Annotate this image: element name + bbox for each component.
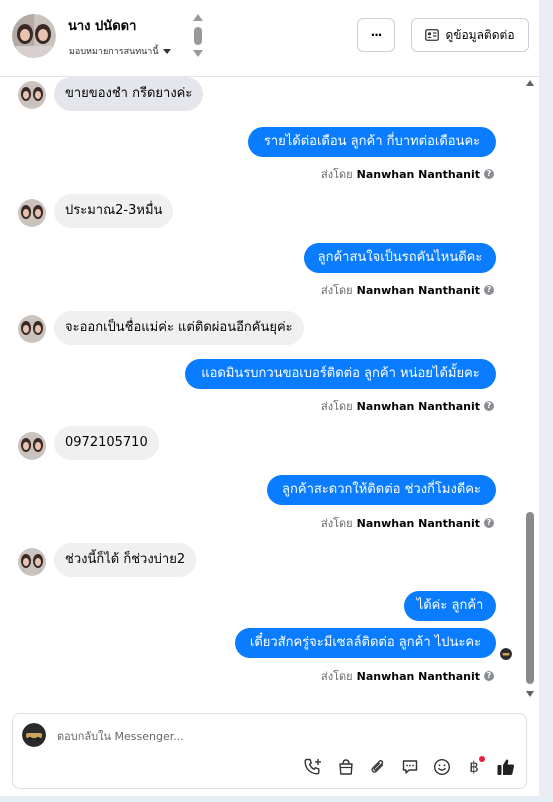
more-options-button[interactable]: ··· — [357, 18, 395, 52]
incoming-message[interactable]: 0972105710 — [54, 426, 159, 460]
sent-by-label: ส่งโดย Nanwhan Nanthanit ? — [321, 397, 494, 415]
attach-button[interactable] — [367, 756, 389, 778]
sent-by-label: ส่งโดย Nanwhan Nanthanit ? — [321, 165, 494, 183]
sent-by-prefix: ส่งโดย — [321, 168, 353, 181]
emoji-button[interactable] — [431, 756, 453, 778]
baht-icon: ฿ — [469, 758, 479, 776]
window-edge — [539, 0, 553, 802]
sender-name: Nanwhan Nanthanit — [356, 399, 480, 413]
sender-name: Nanwhan Nanthanit — [356, 283, 480, 297]
assign-label: มอบหมายการสนทนานี้ — [69, 47, 159, 57]
reply-composer: ฿ — [12, 713, 527, 789]
smile-icon — [433, 758, 451, 776]
caret-down-icon — [162, 48, 171, 54]
question-icon[interactable]: ? — [484, 671, 494, 681]
outgoing-message[interactable]: รายได้ต่อเดือน ลูกค้า กี่บาทต่อเดือนคะ — [248, 127, 496, 157]
incoming-message[interactable]: ประมาณ2-3หมื่น — [54, 194, 174, 228]
view-contact-info-button[interactable]: ดูข้อมูลติดต่อ — [411, 18, 529, 52]
like-button[interactable] — [495, 756, 517, 778]
question-icon[interactable]: ? — [484, 518, 494, 528]
outgoing-message[interactable]: ได้ค่ะ ลูกค้า — [404, 591, 496, 621]
message-list[interactable]: ขายของชำ กรีดยางค่ะ รายได้ต่อเดือน ลูกค้… — [0, 77, 524, 705]
scroll-down-arrow-icon[interactable] — [526, 691, 534, 697]
outgoing-message[interactable]: ลูกค้าสนใจเป็นรถคันไหนดีคะ — [304, 243, 496, 273]
sent-by-label: ส่งโดย Nanwhan Nanthanit ? — [321, 667, 494, 685]
incoming-message[interactable]: จะออกเป็นชื่อแม่ค่ะ แต่ติดผ่อนอีกคันยุค่… — [54, 311, 304, 345]
outgoing-message[interactable]: เดี๋ยวสักครู่จะมีเซลล์ติดต่อ ลูกค้า ไปนะ… — [235, 628, 496, 658]
sender-name: Nanwhan Nanthanit — [356, 516, 480, 530]
phone-plus-icon — [304, 758, 321, 775]
contact-avatar-small — [18, 81, 46, 109]
scroll-up-arrow-icon[interactable] — [526, 80, 534, 86]
question-icon[interactable]: ? — [484, 401, 494, 411]
sender-name: Nanwhan Nanthanit — [356, 167, 480, 181]
sent-by-prefix: ส่งโดย — [321, 284, 353, 297]
add-call-button[interactable] — [302, 756, 324, 778]
shop-button[interactable] — [335, 756, 357, 778]
header-scroll-arrows-icon[interactable] — [191, 13, 205, 59]
reply-input[interactable] — [57, 726, 497, 746]
outgoing-message[interactable]: แอดมินรบกวนขอเบอร์ติดต่อ ลูกค้า หน่อยได้… — [185, 359, 496, 389]
contact-avatar-small — [18, 315, 46, 343]
page-avatar — [22, 723, 46, 747]
question-icon[interactable]: ? — [484, 285, 494, 295]
contact-avatar-small — [18, 548, 46, 576]
contact-avatar-small — [18, 199, 46, 227]
scrollbar-thumb[interactable] — [526, 512, 534, 684]
notification-dot — [479, 756, 485, 762]
sent-by-prefix: ส่งโดย — [321, 400, 353, 413]
contact-card-icon — [425, 29, 440, 41]
assign-conversation-dropdown[interactable]: มอบหมายการสนทนานี้ — [69, 44, 171, 58]
paperclip-icon — [371, 759, 384, 773]
contact-name: นาง ปนัดดา — [68, 19, 137, 34]
shopping-bag-icon — [339, 759, 353, 775]
saved-replies-button[interactable] — [399, 756, 421, 778]
thumbs-up-icon — [497, 759, 514, 775]
sent-by-prefix: ส่งโดย — [321, 517, 353, 530]
incoming-message[interactable]: ช่วงนี้ก็ได้ ก็ช่วงบ่าย2 — [54, 543, 197, 577]
incoming-message[interactable]: ขายของชำ กรีดยางค่ะ — [54, 77, 204, 111]
contact-avatar-small — [18, 432, 46, 460]
conversation-header: นาง ปนัดดา มอบหมายการสนทนานี้ ··· ดูข้อม… — [0, 0, 539, 77]
payment-button[interactable]: ฿ — [463, 756, 485, 778]
seen-avatar — [500, 648, 512, 660]
contact-avatar[interactable] — [12, 14, 56, 58]
chat-bubble-icon — [402, 760, 418, 774]
outgoing-message[interactable]: ลูกค้าสะดวกให้ติดต่อ ช่วงกี่โมงดีคะ — [267, 475, 496, 505]
question-icon[interactable]: ? — [484, 169, 494, 179]
sent-by-label: ส่งโดย Nanwhan Nanthanit ? — [321, 514, 494, 532]
sent-by-label: ส่งโดย Nanwhan Nanthanit ? — [321, 281, 494, 299]
more-dots-icon: ··· — [370, 28, 383, 42]
window-bottom-edge — [0, 796, 553, 802]
view-contact-info-label: ดูข้อมูลติดต่อ — [445, 27, 515, 42]
sent-by-prefix: ส่งโดย — [321, 670, 353, 683]
sender-name: Nanwhan Nanthanit — [356, 669, 480, 683]
